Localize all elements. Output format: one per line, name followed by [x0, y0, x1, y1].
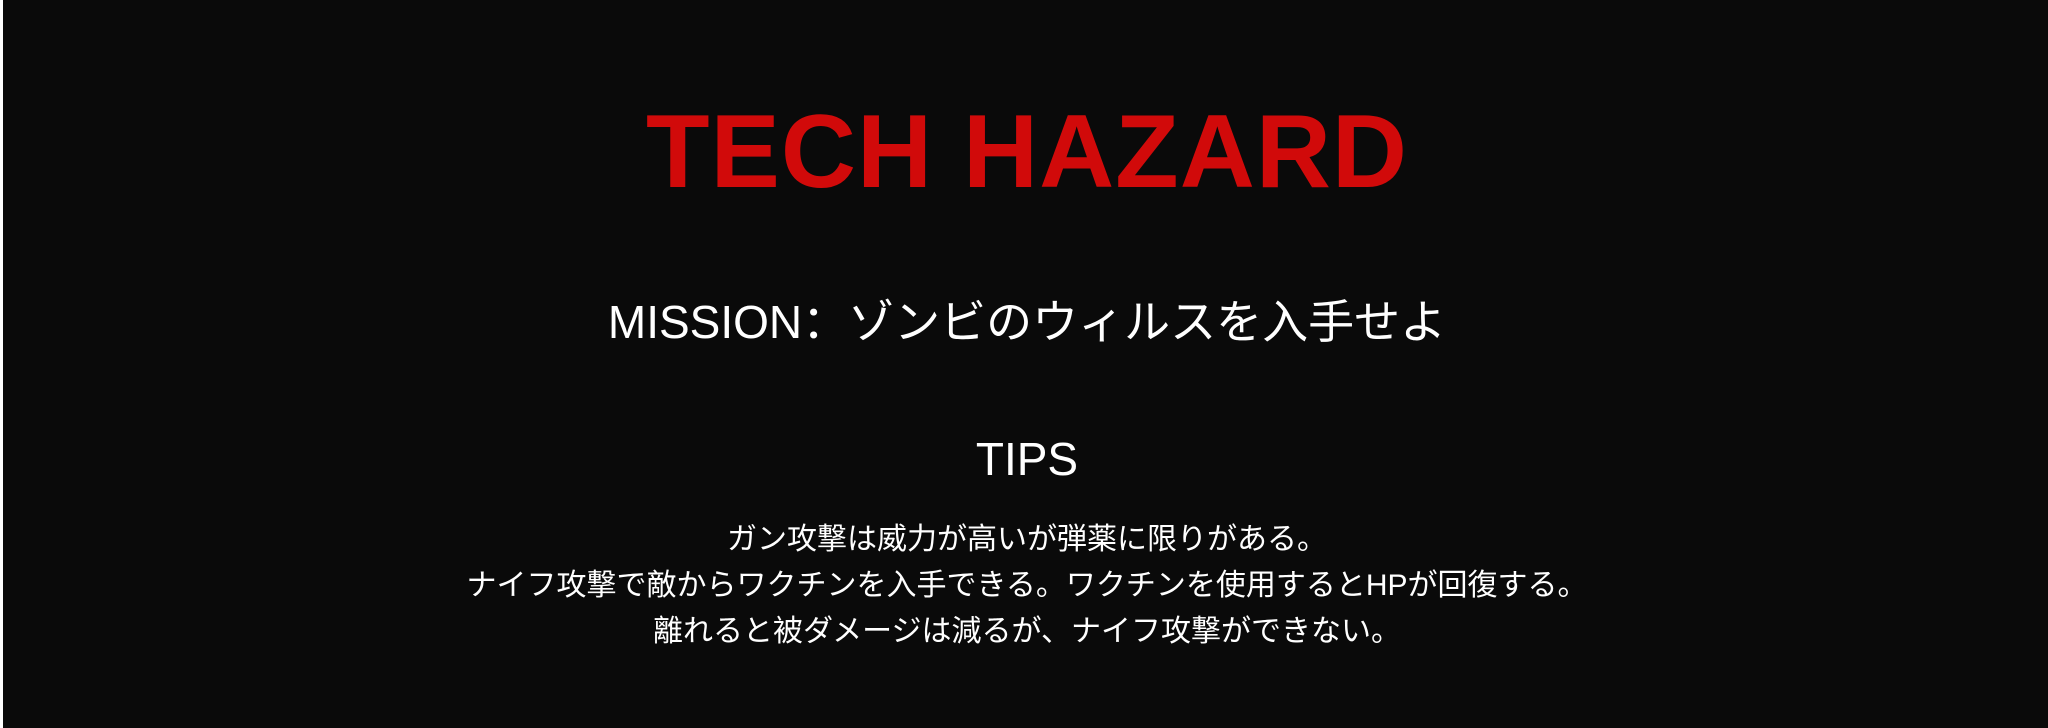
tip-item: ナイフ攻撃で敵からワクチンを入手できる。ワクチンを使用するとHPが回復する。 [466, 569, 1588, 602]
tip-item: 離れると被ダメージは減るが、ナイフ攻撃ができない。 [653, 615, 1401, 648]
tip-item: ガン攻撃は威力が高いが弾薬に限りがある。 [727, 523, 1327, 556]
tips-heading: TIPS [975, 433, 1079, 485]
game-intro-screen: TECH HAZARD MISSION：ゾンビのウィルスを入手せよ TIPS ガ… [0, 0, 2048, 728]
game-title: TECH HAZARD [645, 94, 1409, 210]
mission-text: MISSION：ゾンビのウィルスを入手せよ [607, 296, 1447, 348]
tips-list: ガン攻撃は威力が高いが弾薬に限りがある。 ナイフ攻撃で敵からワクチンを入手できる… [3, 517, 2048, 655]
